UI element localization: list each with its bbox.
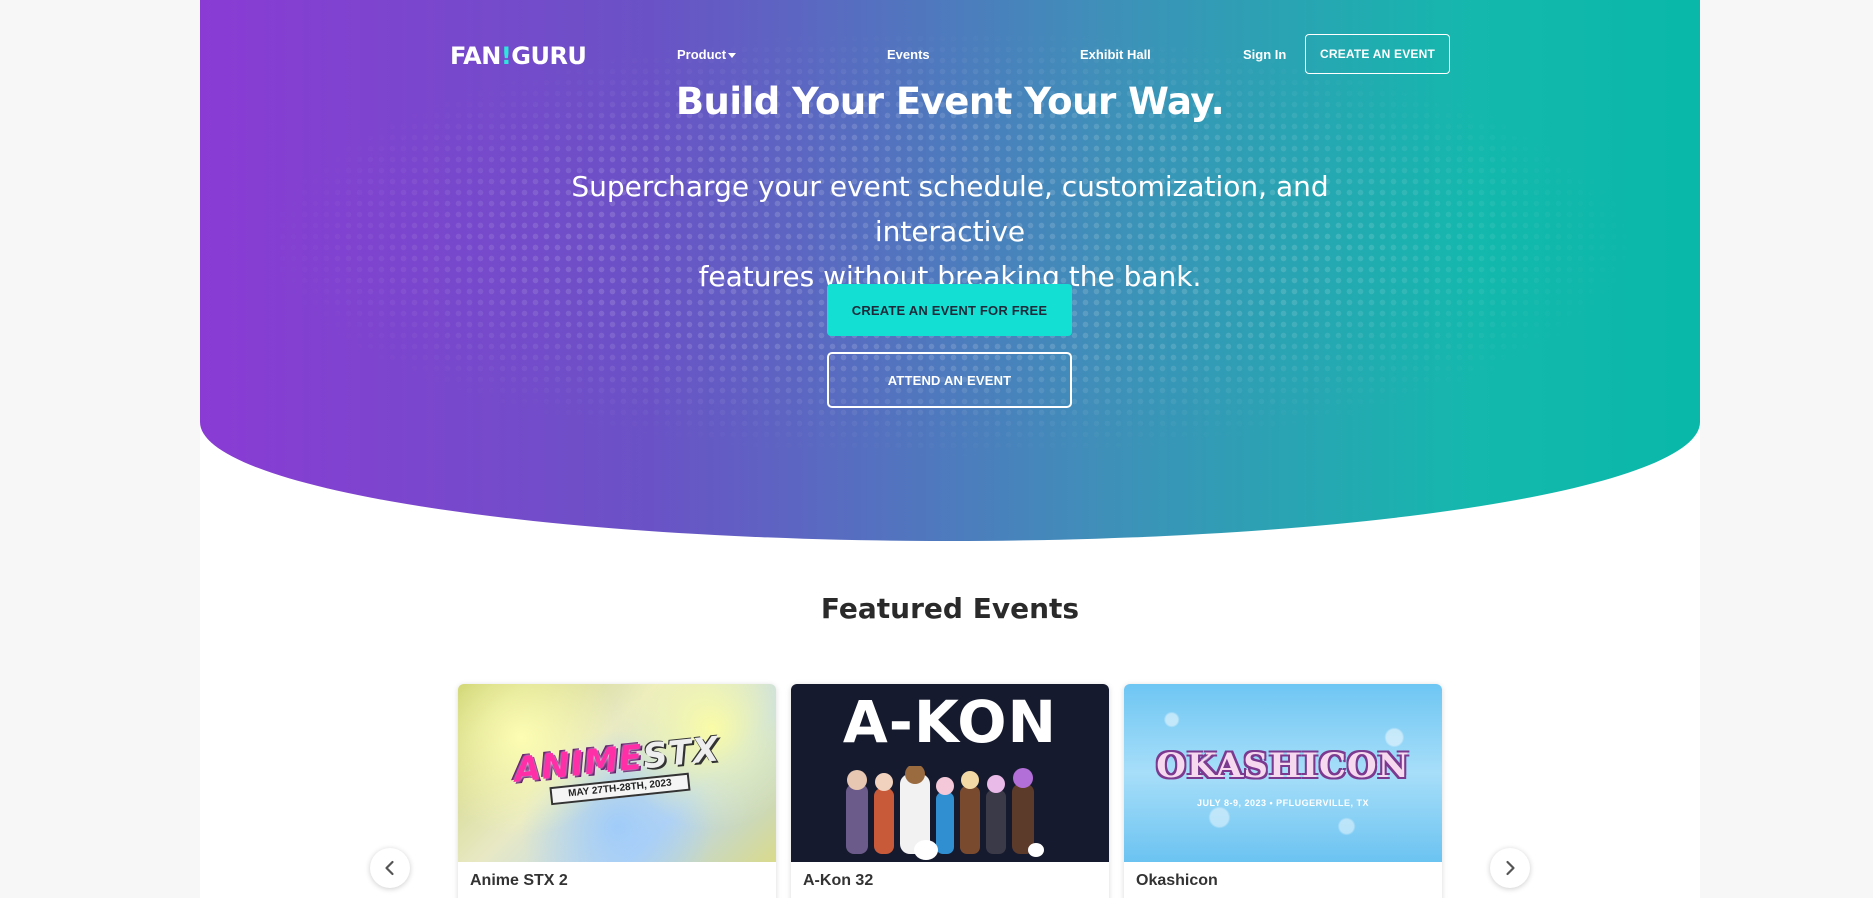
a-kon-characters-illustration [846, 766, 1044, 860]
caret-down-icon [728, 53, 737, 59]
faniguru-logo[interactable]: FAN!GURU [450, 42, 587, 70]
chevron-right-icon [1506, 860, 1515, 876]
carousel-prev-button[interactable] [370, 848, 410, 888]
logo-text-fan: FAN [450, 42, 501, 70]
event-image-anime-stx: ANIMESTX MAY 27TH-28TH, 2023 [458, 684, 776, 862]
top-nav: FAN!GURU Product Events Exhibit Hall Sig… [200, 34, 1700, 76]
okashicon-logo: OKASHICON [1156, 746, 1410, 786]
create-event-free-button[interactable]: CREATE AN EVENT FOR FREE [827, 284, 1072, 336]
hero-subtitle: Supercharge your event schedule, customi… [500, 164, 1400, 299]
create-event-nav-button[interactable]: CREATE AN EVENT [1305, 34, 1450, 74]
page: FAN!GURU Product Events Exhibit Hall Sig… [200, 0, 1700, 898]
event-image-okashicon: OKASHICON JULY 8-9, 2023 • PFLUGERVILLE,… [1124, 684, 1442, 862]
nav-events-link[interactable]: Events [887, 47, 930, 62]
event-name: Anime STX 2 [470, 872, 568, 889]
event-name: Okashicon [1136, 872, 1218, 889]
featured-events-title: Featured Events [820, 592, 1080, 625]
event-name: A-Kon 32 [803, 872, 874, 889]
anime-stx-logo-accent: STX [641, 729, 722, 778]
logo-text-bang: ! [500, 42, 512, 70]
okashicon-date-banner: JULY 8-9, 2023 • PFLUGERVILLE, TX [1196, 798, 1370, 808]
nav-exhibit-hall-link[interactable]: Exhibit Hall [1080, 47, 1151, 62]
event-image-a-kon: A-KON [791, 684, 1109, 862]
logo-text-guru: GURU [511, 42, 587, 70]
event-card-anime-stx-2[interactable]: ANIMESTX MAY 27TH-28TH, 2023 Anime STX 2 [458, 684, 776, 898]
anime-stx-logo: ANIMESTX MAY 27TH-28TH, 2023 [496, 728, 741, 813]
hero-subtitle-line-1: Supercharge your event schedule, customi… [571, 170, 1329, 248]
nav-product-label: Product [677, 47, 727, 62]
attend-event-button[interactable]: ATTEND AN EVENT [827, 352, 1072, 408]
chevron-left-icon [385, 860, 394, 876]
nav-sign-in-link[interactable]: Sign In [1243, 47, 1286, 62]
hero-section: FAN!GURU Product Events Exhibit Hall Sig… [200, 0, 1700, 541]
a-kon-logo: A-KON [842, 688, 1058, 756]
carousel-next-button[interactable] [1490, 848, 1530, 888]
event-card-okashicon[interactable]: OKASHICON JULY 8-9, 2023 • PFLUGERVILLE,… [1124, 684, 1442, 898]
hero-title: Build Your Event Your Way. [675, 80, 1225, 123]
nav-product-dropdown[interactable]: Product [677, 47, 737, 62]
event-card-a-kon-32[interactable]: A-KON A-Kon 32 [791, 684, 1109, 898]
